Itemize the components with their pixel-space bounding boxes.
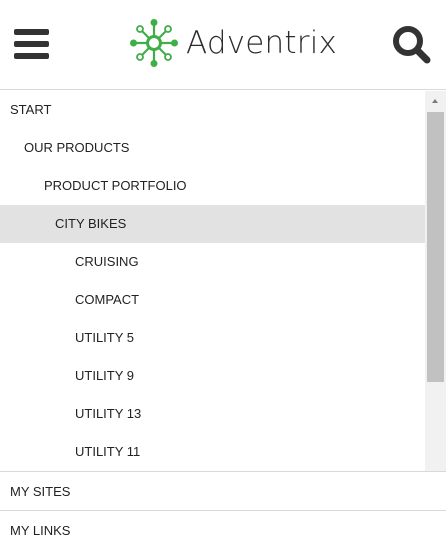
site-header: Adventrix [0,0,446,90]
tree-item-compact[interactable]: COMPACT [0,281,425,319]
hamburger-bar [14,41,49,47]
navigation-panel: START OUR PRODUCTS PRODUCT PORTFOLIO CITY B… [0,91,446,549]
my-links-section[interactable]: MY LINKS [0,510,446,549]
scrollbar-thumb[interactable] [427,112,444,382]
hamburger-bar [14,29,49,35]
magnifier-search-icon[interactable] [392,25,432,65]
tree-item-utility-13[interactable]: UTILITY 13 [0,395,425,433]
tree-item-utility-5[interactable]: UTILITY 5 [0,319,425,357]
tree-item-product-portfolio[interactable]: PRODUCT PORTFOLIO [0,167,425,205]
tree-item-start[interactable]: START [0,91,425,129]
tree-item-utility-9[interactable]: UTILITY 9 [0,357,425,395]
brand-name: Adventrix [186,25,338,61]
network-logo-icon [130,19,178,67]
navigation-tree: START OUR PRODUCTS PRODUCT PORTFOLIO CITY B… [0,91,425,471]
tree-item-our-products[interactable]: OUR PRODUCTS [0,129,425,167]
hamburger-menu-icon[interactable] [14,29,50,60]
my-sites-section[interactable]: MY SITES [0,471,446,510]
tree-item-city-bikes[interactable]: CITY BIKES [0,205,425,243]
hamburger-bar [14,53,49,59]
tree-item-utility-11[interactable]: UTILITY 11 [0,433,425,471]
brand-logo[interactable]: Adventrix [128,17,337,69]
scroll-up-arrow-icon[interactable] [425,91,446,111]
search-icon [393,26,431,64]
vertical-scrollbar[interactable] [425,91,446,471]
tree-item-cruising[interactable]: CRUISING [0,243,425,281]
